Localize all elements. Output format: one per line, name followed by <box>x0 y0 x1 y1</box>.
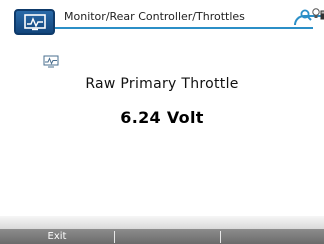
parameter-value: 6.24 Volt <box>120 108 204 127</box>
softkey-exit[interactable]: Exit <box>0 229 114 244</box>
breadcrumb: Monitor/Rear Controller/Throttles <box>64 10 245 23</box>
softkey-bar: Exit <box>0 229 324 244</box>
softkey-3[interactable] <box>220 229 324 244</box>
lightbulb-icon <box>312 8 320 18</box>
monitor-home-icon <box>24 14 46 31</box>
screen: Monitor/Rear Controller/Throttles Raw Pr… <box>0 0 324 244</box>
header: Monitor/Rear Controller/Throttles <box>0 0 324 36</box>
monitor-icon <box>43 55 59 68</box>
header-status-area <box>294 5 324 27</box>
parameter-title: Raw Primary Throttle <box>85 76 239 92</box>
device-icon <box>320 10 324 20</box>
home-button[interactable] <box>14 9 55 35</box>
header-divider <box>55 27 313 29</box>
search-icon[interactable] <box>300 9 312 21</box>
softkey-shadow <box>0 216 324 230</box>
softkey-2[interactable] <box>114 229 220 244</box>
